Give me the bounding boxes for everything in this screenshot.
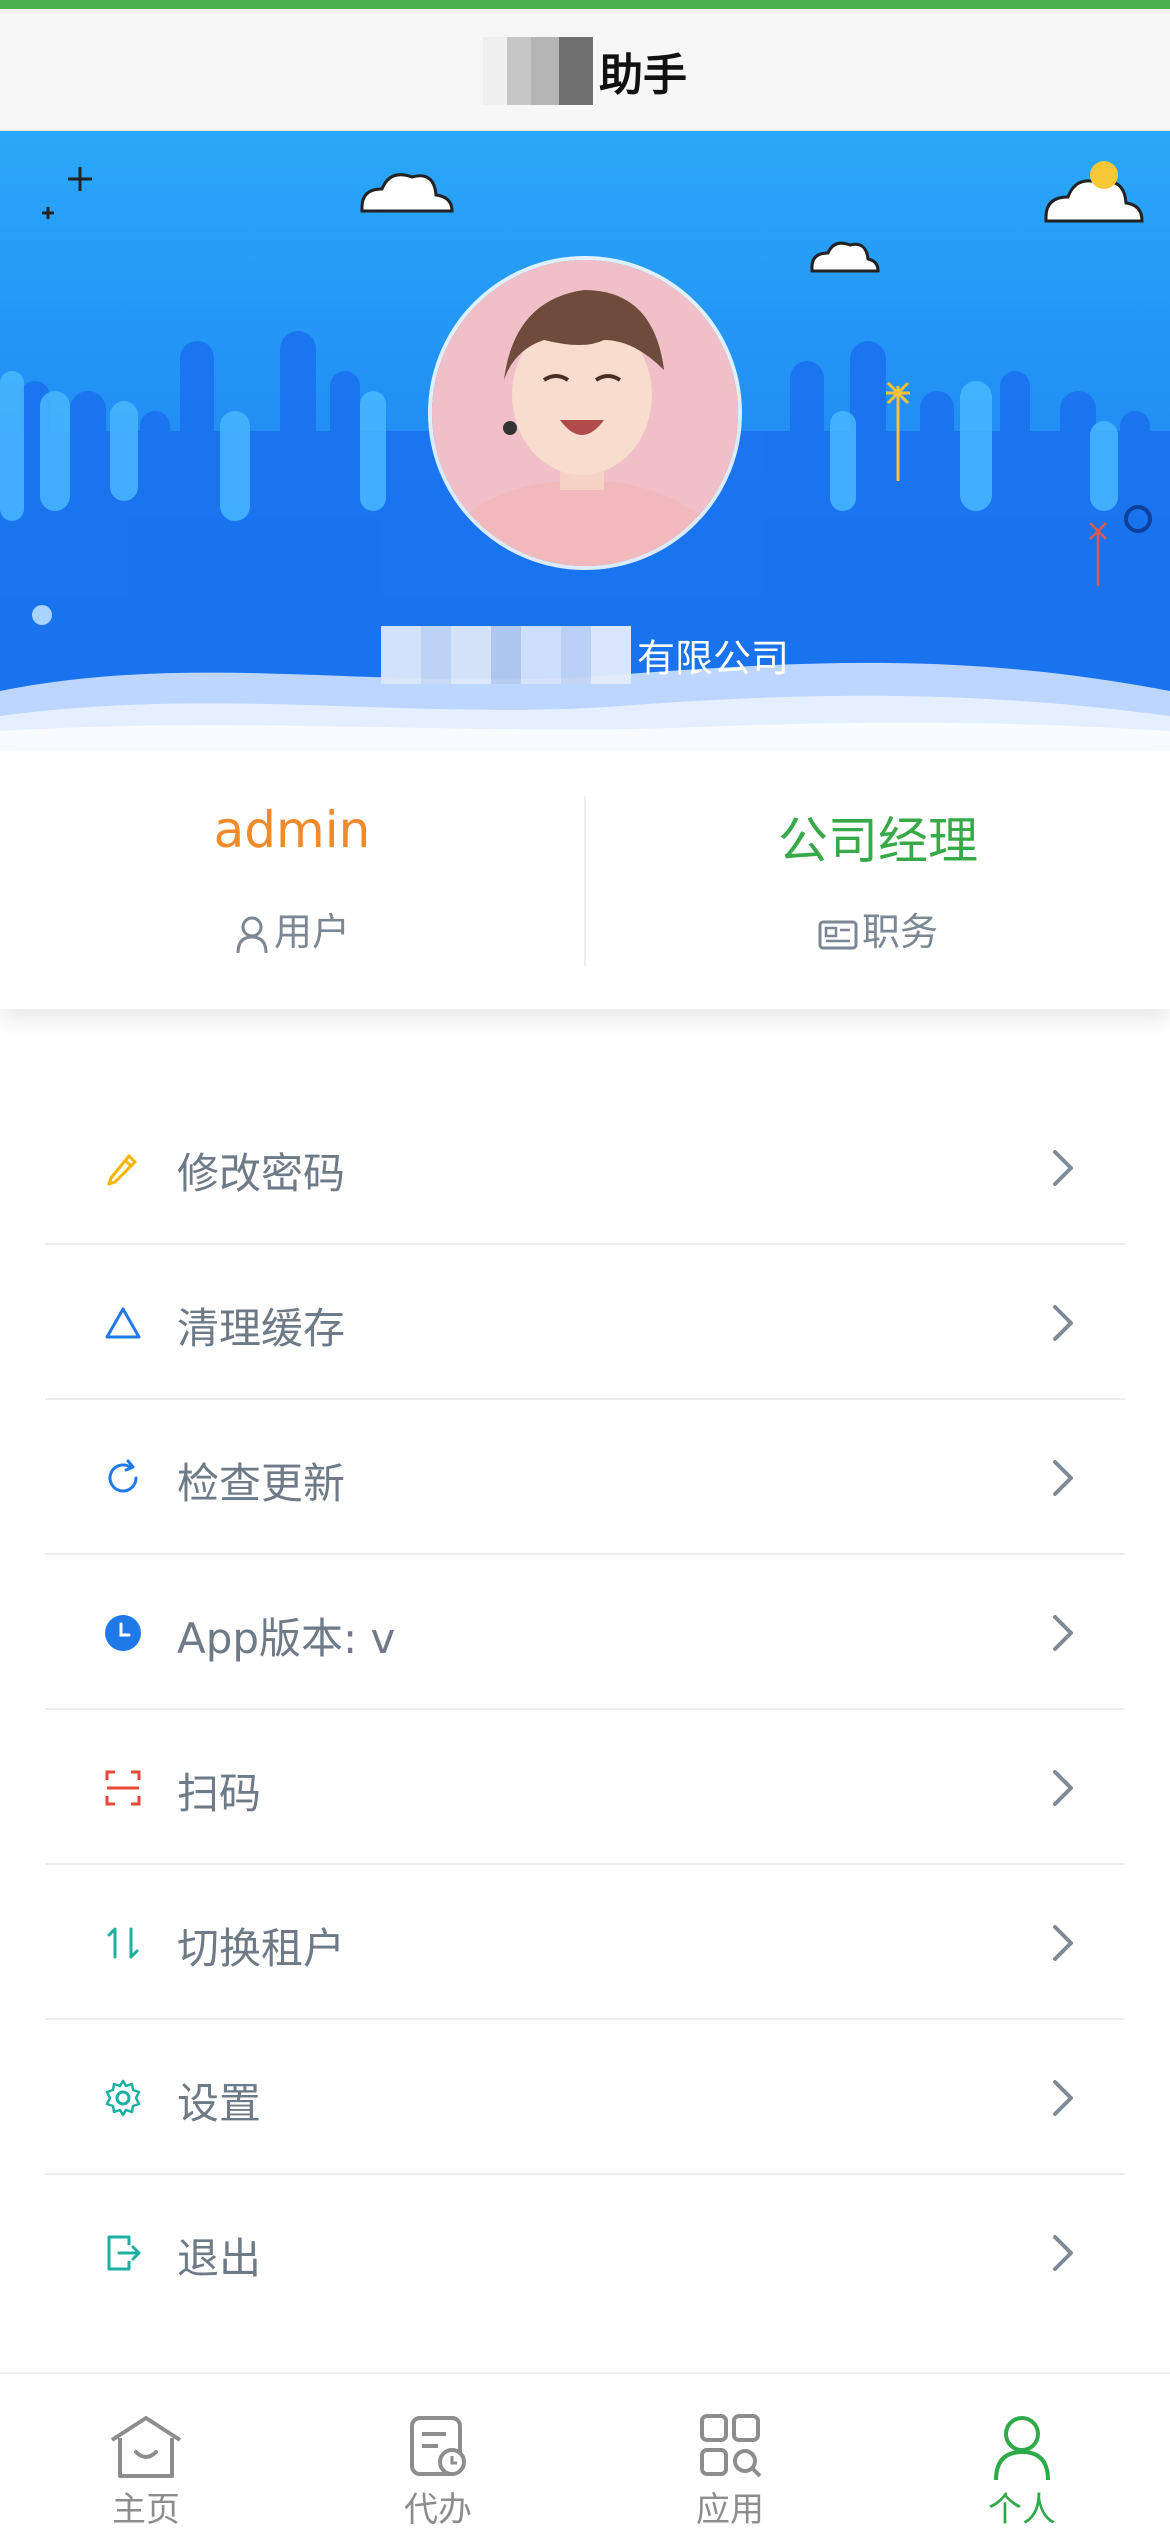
company-suffix: 有限公司 (636, 636, 789, 681)
role-value: 公司经理 (778, 812, 978, 870)
tab-label: 主页 (112, 2490, 180, 2530)
menu-clear-cache[interactable]: 清理缓存 (45, 1245, 1125, 1400)
pencil-icon (107, 1154, 137, 1186)
chevron-right-icon (1053, 2080, 1073, 2116)
id-card-icon (818, 920, 858, 949)
stat-role: 公司经理 职务 (586, 751, 1170, 1009)
user-icon (236, 916, 268, 953)
logout-icon (107, 2235, 141, 2271)
page-title-text: 助手 (599, 50, 687, 101)
tab-todo[interactable]: 代办 (292, 2374, 584, 2534)
profile-hero: 有限公司 (0, 131, 1170, 751)
menu-scan[interactable]: 扫码 (45, 1710, 1125, 1865)
stat-user: admin 用户 (0, 751, 584, 1009)
apps-icon (700, 2414, 762, 2478)
chevron-right-icon (1053, 2235, 1073, 2271)
chevron-right-icon (1053, 1460, 1073, 1496)
settings-menu: 修改密码 清理缓存 检查更新 App版本: v 扫码 切换租户 设置 退出 (45, 1090, 1125, 2330)
bottom-tab-bar: 主页 代办 应用 个人 (0, 2372, 1170, 2534)
chevron-right-icon (1053, 1615, 1073, 1651)
menu-label: App版本: v (177, 1614, 396, 1663)
page-title: 助手 (0, 37, 1170, 105)
avatar-image (432, 260, 738, 566)
company-name: 有限公司 (0, 626, 1170, 684)
chevron-right-icon (1053, 1150, 1073, 1186)
redacted-app-name (483, 37, 593, 105)
todo-icon (410, 2416, 466, 2476)
menu-label: 清理缓存 (177, 1304, 346, 1353)
tab-label: 代办 (404, 2490, 472, 2530)
triangle-icon (105, 1307, 141, 1339)
gear-icon (105, 2079, 141, 2117)
role-label: 职务 (586, 901, 1170, 956)
avatar[interactable] (428, 256, 742, 570)
menu-label: 修改密码 (177, 1149, 346, 1198)
menu-app-version[interactable]: App版本: v (45, 1555, 1125, 1710)
chevron-right-icon (1053, 1925, 1073, 1961)
chevron-right-icon (1053, 1770, 1073, 1806)
username-label-text: 用户 (273, 910, 350, 954)
tab-label: 个人 (988, 2490, 1056, 2530)
redacted-company-name (380, 626, 631, 684)
menu-check-update[interactable]: 检查更新 (45, 1400, 1125, 1555)
menu-settings[interactable]: 设置 (45, 2020, 1125, 2175)
tab-apps[interactable]: 应用 (584, 2374, 876, 2534)
chevron-right-icon (1053, 1305, 1073, 1341)
tab-profile[interactable]: 个人 (876, 2374, 1168, 2534)
menu-logout[interactable]: 退出 (45, 2175, 1125, 2330)
clock-icon (105, 1615, 141, 1651)
home-icon (110, 2416, 182, 2478)
menu-switch-tenant[interactable]: 切换租户 (45, 1865, 1125, 2020)
scan-icon (105, 1770, 141, 1806)
menu-label: 扫码 (177, 1769, 262, 1818)
menu-label: 检查更新 (177, 1459, 346, 1508)
username-value: admin (213, 801, 371, 859)
username-label: 用户 (0, 901, 584, 956)
person-icon (994, 2416, 1050, 2481)
tab-home[interactable]: 主页 (0, 2374, 292, 2534)
role-label-text: 职务 (861, 910, 938, 954)
top-app-bar: 助手 (0, 0, 1170, 131)
menu-label: 退出 (177, 2234, 262, 2283)
menu-label: 切换租户 (177, 1924, 346, 1973)
profile-stats: admin 用户 公司经理 职务 (0, 751, 1170, 1009)
menu-change-password[interactable]: 修改密码 (45, 1090, 1125, 1245)
tab-label: 应用 (696, 2490, 764, 2530)
menu-label: 设置 (177, 2079, 262, 2128)
swap-icon (107, 1927, 139, 1959)
refresh-icon (108, 1459, 138, 1493)
